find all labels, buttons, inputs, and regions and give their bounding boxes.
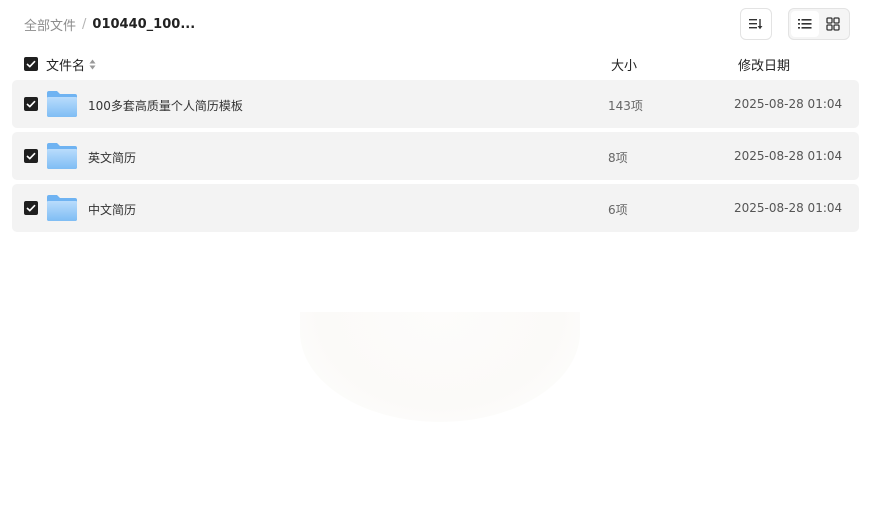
list-view-button[interactable] [791,11,819,37]
column-size-header[interactable]: 大小 [611,55,637,74]
sort-button[interactable] [740,8,772,40]
list-view-icon [798,19,812,29]
list-item[interactable]: 中文简历 6项 2025-08-28 01:04 [12,184,859,232]
grid-view-icon [826,17,840,31]
file-date: 2025-08-28 01:04 [734,97,843,111]
file-list: 100多套高质量个人简历模板 143项 2025-08-28 01:04 英文简… [12,80,859,236]
sort-toggle-icon [89,59,96,70]
checkmark-icon [26,204,36,212]
grid-view-button[interactable] [819,11,847,37]
breadcrumb-root-link[interactable]: 全部文件 [24,15,76,34]
column-name-label: 文件名 [46,59,86,74]
list-item[interactable]: 英文简历 8项 2025-08-28 01:04 [12,132,859,180]
checkmark-icon [26,152,36,160]
file-name: 100多套高质量个人简历模板 [88,99,243,113]
file-size: 6项 [608,203,628,217]
file-date: 2025-08-28 01:04 [734,149,843,163]
breadcrumb-separator: / [82,17,87,32]
checkmark-icon [26,100,36,108]
row-checkbox[interactable] [24,97,38,111]
breadcrumb: 全部文件 / 010440_100... [24,15,195,34]
select-all-checkbox[interactable] [24,57,38,71]
file-date: 2025-08-28 01:04 [734,201,843,215]
row-checkbox[interactable] [24,149,38,163]
file-name: 中文简历 [88,203,137,217]
column-header-row: 文件名 大小 修改日期 [12,52,859,76]
file-size: 8项 [608,151,628,165]
folder-icon [47,195,77,221]
breadcrumb-current: 010440_100... [92,17,196,32]
folder-icon [47,143,77,169]
view-toggle [788,8,850,40]
column-name-header[interactable]: 文件名 [46,55,96,74]
file-size: 143项 [608,99,643,113]
file-name: 英文简历 [88,151,137,165]
column-date-header[interactable]: 修改日期 [738,55,790,74]
sort-list-icon [749,19,763,30]
row-checkbox[interactable] [24,201,38,215]
background-decoration [300,312,580,422]
checkmark-icon [26,60,36,68]
top-bar: 全部文件 / 010440_100... [0,0,874,48]
list-item[interactable]: 100多套高质量个人简历模板 143项 2025-08-28 01:04 [12,80,859,128]
folder-icon [47,91,77,117]
